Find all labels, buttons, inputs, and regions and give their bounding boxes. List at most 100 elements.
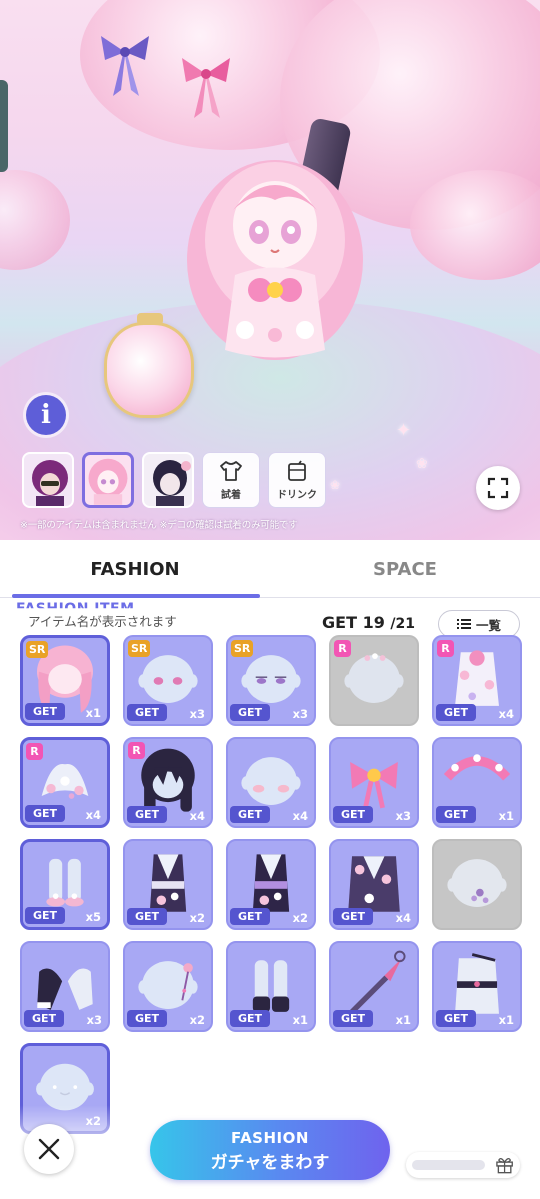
item-card[interactable]: R — [329, 635, 419, 726]
petal-decoration: ❀ — [416, 456, 428, 472]
petal-decoration: ❀ — [330, 478, 341, 492]
drink-button[interactable]: ドリンク — [268, 452, 326, 508]
get-badge: GET — [24, 1010, 64, 1027]
item-quantity: x1 — [498, 1013, 514, 1027]
try-on-label: 試着 — [221, 489, 241, 501]
item-card[interactable]: GET x2 — [226, 839, 316, 930]
get-badge: GET — [436, 806, 476, 823]
gacha-button-line1: FASHION — [231, 1129, 309, 1147]
get-badge: GET — [230, 908, 270, 925]
gift-progress[interactable] — [406, 1152, 520, 1178]
drink-icon — [288, 460, 306, 481]
item-quantity: x4 — [85, 808, 101, 822]
list-button-label: 一覧 — [475, 617, 501, 633]
active-tab-indicator — [12, 594, 260, 598]
rarity-badge: R — [26, 743, 43, 760]
item-quantity: x1 — [292, 1013, 308, 1027]
item-card[interactable]: GET x3 — [20, 941, 110, 1032]
avatar-character — [187, 160, 363, 360]
get-total-value: /21 — [390, 616, 416, 632]
item-card[interactable]: GET x1 — [432, 941, 522, 1032]
item-card[interactable]: R GET x4 — [123, 737, 213, 828]
get-badge: GET — [127, 908, 167, 925]
purple-ribbon — [101, 36, 149, 96]
rarity-badge: R — [437, 640, 454, 657]
rarity-badge: R — [128, 742, 145, 759]
thumbnail-bar: 試着 ドリンク — [22, 452, 326, 508]
item-card[interactable]: GET x3 — [329, 737, 419, 828]
flower-lantern — [104, 313, 194, 418]
item-card[interactable]: SR GET x3 — [123, 635, 213, 726]
item-card[interactable]: SR GET x3 — [226, 635, 316, 726]
info-button[interactable]: i — [26, 395, 66, 435]
cherry-blossom-cluster — [410, 170, 540, 280]
avatar-portrait-icon — [88, 458, 128, 505]
avatar-thumbnail[interactable] — [142, 452, 194, 508]
item-card[interactable]: GET x2 — [123, 941, 213, 1032]
gacha-button[interactable]: FASHION ガチャをまわす — [150, 1120, 390, 1180]
item-quantity: x3 — [395, 809, 411, 823]
try-on-button[interactable]: 試着 — [202, 452, 260, 508]
gift-icon — [496, 1158, 513, 1174]
get-badge: GET — [333, 908, 373, 925]
item-card[interactable]: GET x1 — [226, 941, 316, 1032]
item-quantity: x4 — [292, 809, 308, 823]
item-card[interactable]: R GET x4 — [20, 737, 110, 828]
tab-fashion[interactable]: FASHION — [0, 540, 270, 598]
item-card[interactable]: GET x5 — [20, 839, 110, 930]
item-quantity: x4 — [395, 911, 411, 925]
shirt-icon — [220, 460, 242, 481]
item-card[interactable]: GET x2 — [123, 839, 213, 930]
item-card[interactable]: GET x1 — [329, 941, 419, 1032]
get-badge: GET — [333, 806, 373, 823]
pink-ribbon — [182, 58, 230, 118]
item-quantity: x3 — [189, 707, 205, 721]
avatar-portrait-icon — [24, 454, 72, 506]
avatar-portrait-icon — [144, 454, 192, 506]
cherry-tree-crown — [0, 170, 70, 270]
item-grid: SR GET x1 SR GET x3 SR GET x3 R R GET x4 R GET x4 R GET x4… — [20, 635, 522, 1134]
get-badge: GET — [230, 1010, 270, 1027]
get-badge: GET — [230, 704, 270, 721]
item-card[interactable] — [432, 839, 522, 930]
get-badge: GET — [127, 1010, 167, 1027]
avatar-thumbnail-selected[interactable] — [82, 452, 134, 508]
item-card[interactable]: GET x1 — [432, 737, 522, 828]
get-badge: GET — [127, 704, 167, 721]
petal-decoration: ✦ — [396, 420, 412, 441]
item-name-display: アイテム名が表示されます — [18, 610, 318, 634]
item-quantity: x1 — [85, 706, 101, 720]
item-quantity: x2 — [292, 911, 308, 925]
get-badge: GET — [25, 805, 65, 822]
rarity-badge: SR — [128, 640, 151, 657]
gift-progress-bar — [412, 1160, 485, 1170]
get-badge: GET — [25, 703, 65, 720]
get-badge: GET — [436, 704, 476, 721]
rarity-badge: SR — [26, 641, 49, 658]
get-count-value: 19 — [362, 613, 385, 632]
item-card[interactable]: SR GET x1 — [20, 635, 110, 726]
side-drawer-handle[interactable] — [0, 80, 8, 172]
item-card[interactable]: R GET x4 — [432, 635, 522, 726]
item-quantity: x1 — [498, 809, 514, 823]
get-badge: GET — [333, 1010, 373, 1027]
item-card[interactable]: GET x4 — [226, 737, 316, 828]
fullscreen-button[interactable] — [476, 466, 520, 510]
list-icon — [456, 619, 471, 629]
close-button[interactable] — [24, 1124, 74, 1174]
avatar-thumbnail[interactable] — [22, 452, 74, 508]
list-view-button[interactable]: 一覧 — [438, 610, 520, 638]
item-quantity: x5 — [85, 910, 101, 924]
item-quantity: x3 — [86, 1013, 102, 1027]
tab-space[interactable]: SPACE — [270, 540, 540, 598]
item-quantity: x4 — [498, 707, 514, 721]
item-card[interactable]: GET x4 — [329, 839, 419, 930]
gacha-button-line2: ガチャをまわす — [210, 1153, 330, 1173]
get-badge: GET — [127, 806, 167, 823]
item-quantity: x1 — [395, 1013, 411, 1027]
item-quantity: x2 — [189, 1013, 205, 1027]
item-quantity: x3 — [292, 707, 308, 721]
get-badge: GET — [25, 907, 65, 924]
rarity-badge: SR — [231, 640, 254, 657]
fullscreen-icon — [487, 477, 509, 499]
